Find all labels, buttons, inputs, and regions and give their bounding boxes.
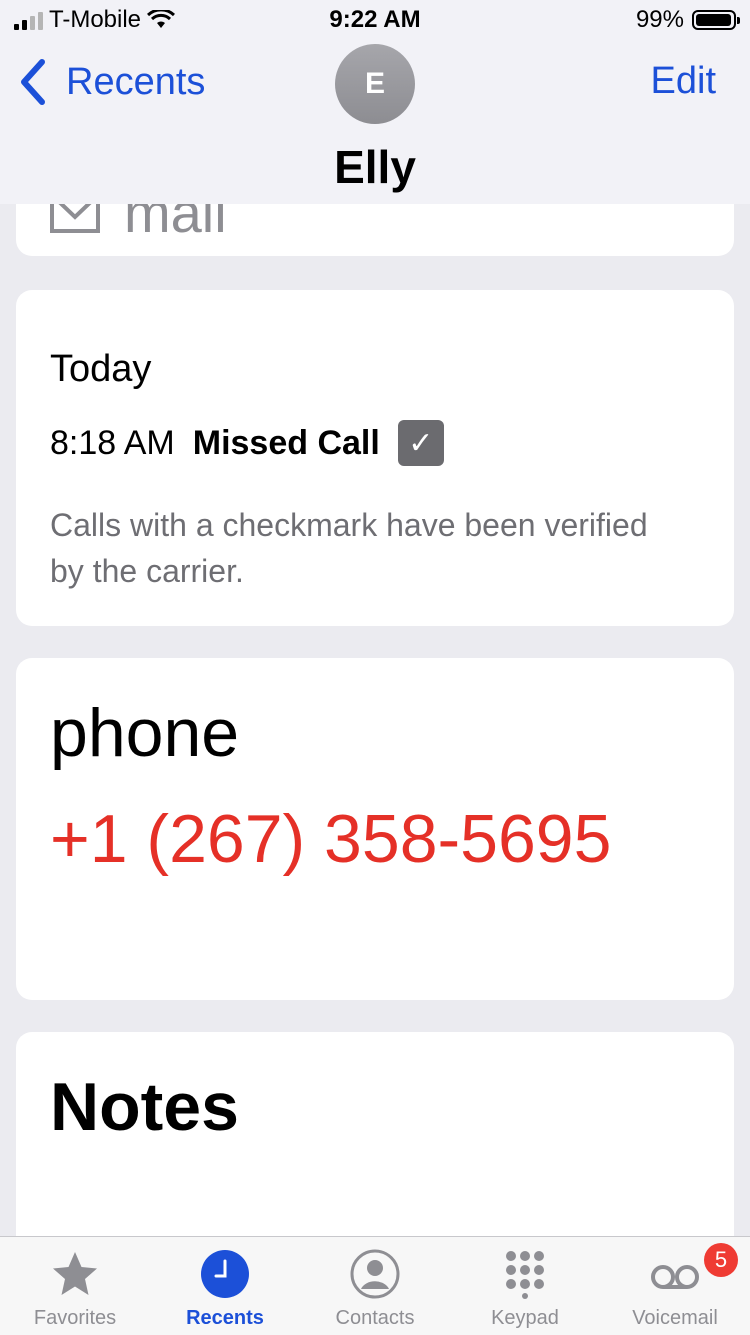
verified-note: Calls with a checkmark have been verifie…: [50, 507, 648, 589]
person-circle-icon: [350, 1249, 400, 1299]
star-icon: [53, 1252, 97, 1295]
tab-contacts[interactable]: Contacts: [300, 1237, 450, 1335]
voicemail-icon: [651, 1265, 699, 1289]
phone-card: phone +1 (267) 358-5695: [16, 658, 734, 1000]
contact-name: Elly: [334, 141, 416, 193]
tab-label: Contacts: [335, 1307, 415, 1329]
tab-label: Keypad: [491, 1307, 559, 1329]
tab-voicemail[interactable]: 5 Voicemail: [600, 1237, 750, 1335]
tab-favorites[interactable]: Favorites: [0, 1237, 150, 1335]
call-day: Today: [50, 348, 152, 390]
notes-label: Notes: [50, 1069, 239, 1145]
call-entry: 8:18 AM Missed Call ✓: [50, 420, 444, 466]
tab-bar: Favorites Recents Contacts Keypad 5 Voic…: [0, 1236, 750, 1335]
call-type: Missed Call: [192, 423, 380, 462]
voicemail-badge: 5: [704, 1243, 738, 1277]
chevron-left-icon: [21, 59, 45, 105]
call-history-card: Today 8:18 AM Missed Call ✓ Calls with a…: [16, 290, 734, 626]
tab-keypad[interactable]: Keypad: [450, 1237, 600, 1335]
clock-icon: [201, 1250, 249, 1298]
notes-card[interactable]: Notes: [16, 1032, 734, 1252]
phone-label: phone: [50, 695, 240, 771]
edit-button[interactable]: Edit: [651, 60, 716, 103]
avatar: E: [335, 44, 415, 124]
call-time: 8:18 AM: [50, 423, 175, 462]
tab-label: Recents: [186, 1307, 264, 1329]
verified-checkmark-icon: ✓: [397, 420, 444, 466]
phone-number-link[interactable]: +1 (267) 358-5695: [50, 792, 690, 886]
back-label: Recents: [66, 60, 206, 103]
battery-percent: 99%: [635, 6, 684, 33]
keypad-icon: [506, 1251, 544, 1299]
tab-recents[interactable]: Recents: [150, 1237, 300, 1335]
battery-indicator: 99%: [635, 6, 740, 34]
battery-icon: [692, 10, 740, 30]
tab-label: Voicemail: [632, 1307, 718, 1329]
nav-header: Recents E Elly Edit: [0, 40, 750, 204]
status-bar: T-Mobile 9:22 AM 99%: [0, 0, 750, 40]
back-button[interactable]: Recents: [18, 58, 205, 106]
tab-label: Favorites: [33, 1307, 117, 1329]
